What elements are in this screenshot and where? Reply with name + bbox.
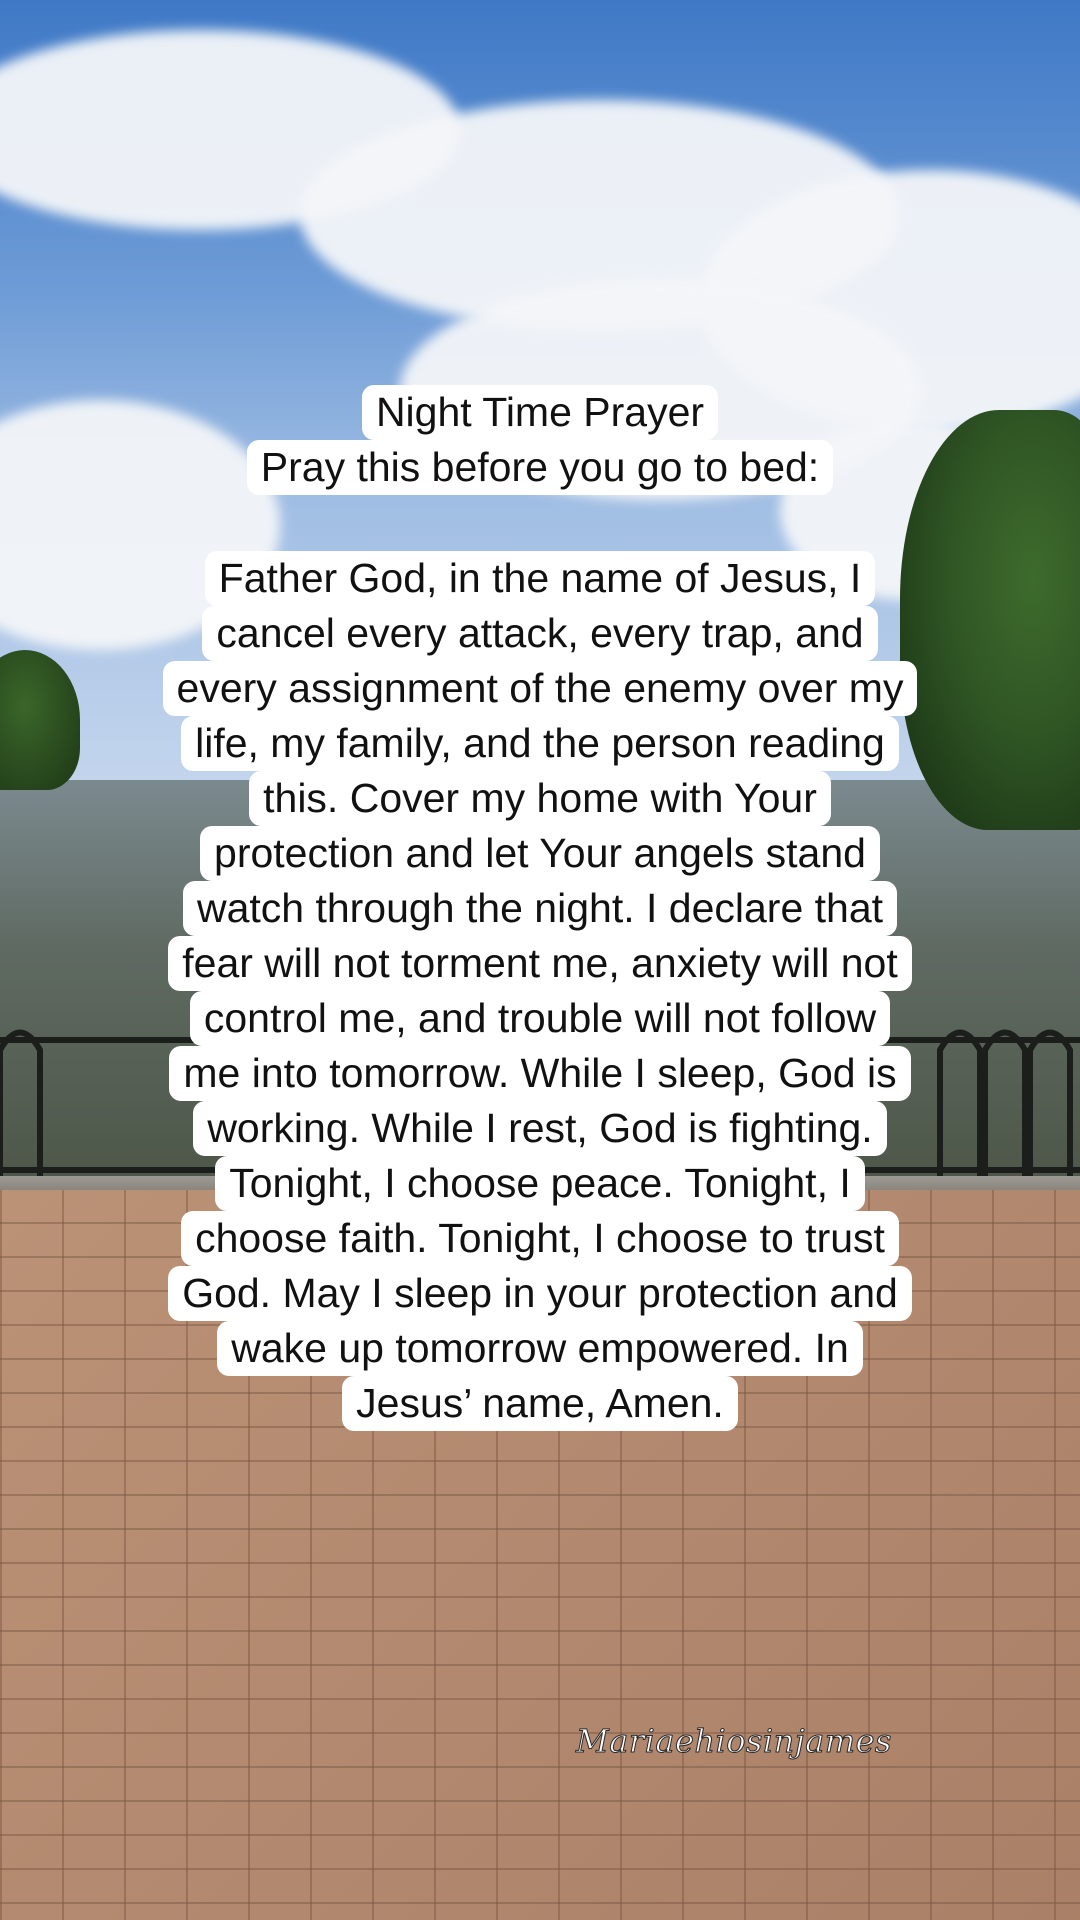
- prayer-line: every assignment of the enemy over my: [162, 661, 918, 716]
- prayer-text: Father God, in the name of Jesus, I canc…: [0, 551, 1080, 1431]
- caption-subtitle: Pray this before you go to bed:: [246, 440, 834, 495]
- prayer-line: Father God, in the name of Jesus, I: [204, 551, 876, 606]
- prayer-line: life, my family, and the person reading: [181, 716, 899, 771]
- prayer-line: working. While I rest, God is fighting.: [193, 1101, 887, 1156]
- prayer-line: wake up tomorrow empowered. In: [217, 1321, 863, 1376]
- prayer-line: me into tomorrow. While I sleep, God is: [169, 1046, 911, 1101]
- prayer-line: God. May I sleep in your protection and: [168, 1266, 912, 1321]
- prayer-line: this. Cover my home with Your: [249, 771, 831, 826]
- prayer-line: Tonight, I choose peace. Tonight, I: [215, 1156, 865, 1211]
- watermark-signature: Mariaehiosinjames: [576, 1722, 892, 1761]
- prayer-line: watch through the night. I declare that: [182, 881, 898, 936]
- prayer-line: Jesus’ name, Amen.: [342, 1376, 738, 1431]
- prayer-line: fear will not torment me, anxiety will n…: [168, 936, 912, 991]
- prayer-line: protection and let Your angels stand: [200, 826, 880, 881]
- caption-title: Night Time Prayer: [361, 385, 719, 440]
- prayer-line: cancel every attack, every trap, and: [202, 606, 878, 661]
- prayer-line: choose faith. Tonight, I choose to trust: [181, 1211, 899, 1266]
- caption-header: Night Time Prayer Pray this before you g…: [0, 385, 1080, 495]
- prayer-line: control me, and trouble will not follow: [189, 991, 891, 1046]
